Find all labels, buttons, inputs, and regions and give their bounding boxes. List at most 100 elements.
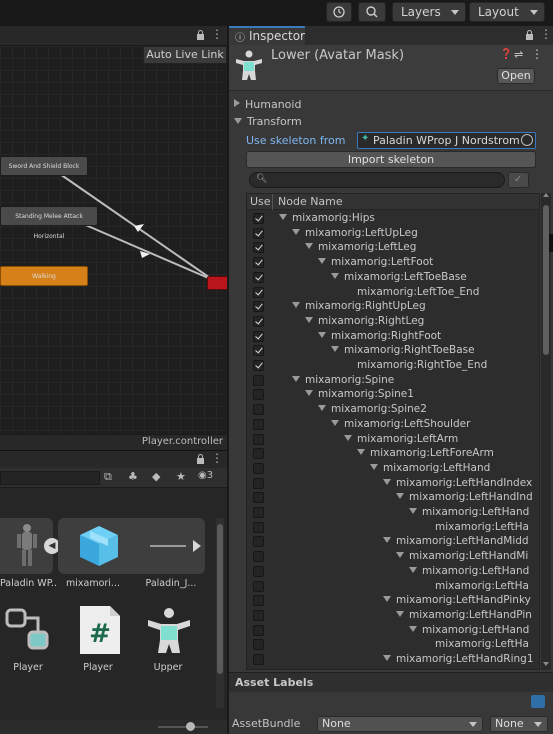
search-button[interactable] — [358, 2, 386, 22]
animator-controller-icon[interactable] — [5, 608, 51, 652]
tab-inspector[interactable]: ⓘ Inspector — [229, 26, 305, 45]
chevron-down-icon[interactable] — [331, 272, 339, 279]
hidden-packages-button[interactable]: ◉3 — [198, 470, 213, 481]
chevron-down-icon[interactable] — [305, 243, 313, 250]
chevron-down-icon[interactable] — [279, 214, 287, 220]
tree-row[interactable]: mixamorig:LeftLeg — [247, 240, 539, 255]
use-checkbox[interactable] — [253, 595, 264, 607]
layout-dropdown[interactable]: Layout — [469, 2, 545, 22]
use-checkbox[interactable] — [253, 565, 264, 577]
tree-row[interactable]: mixamorig:LeftHandMidd — [247, 534, 539, 549]
chevron-down-icon[interactable] — [383, 596, 391, 603]
project-search-input[interactable] — [0, 471, 100, 485]
use-checkbox[interactable] — [253, 477, 264, 489]
tree-row[interactable]: mixamorig:LeftHand — [247, 623, 539, 638]
use-checkbox[interactable] — [253, 654, 264, 665]
tree-row[interactable]: mixamorig:LeftUpLeg — [247, 226, 539, 241]
transform-foldout[interactable]: Transform — [234, 115, 302, 128]
tree-row[interactable]: mixamorig:LeftHandMi — [247, 549, 539, 564]
lock-icon[interactable] — [525, 30, 534, 43]
chevron-down-icon[interactable] — [396, 552, 404, 559]
use-checkbox[interactable] — [253, 609, 264, 621]
chevron-down-icon[interactable] — [318, 331, 326, 338]
chevron-down-icon[interactable] — [292, 228, 300, 235]
state-node[interactable]: Sword And Shield Block — [0, 156, 88, 176]
use-checkbox[interactable] — [253, 404, 264, 416]
tree-row[interactable]: mixamorig:LeftShoulder — [247, 417, 539, 432]
tree-row[interactable]: mixamorig:RightLeg — [247, 314, 539, 329]
state-node[interactable]: Standing Melee Attack Horizontal — [0, 206, 98, 240]
search-confirm-button[interactable]: ✓ — [508, 172, 529, 188]
use-checkbox[interactable] — [253, 374, 264, 386]
tree-row[interactable]: mixamorig:LeftArm — [247, 432, 539, 447]
use-checkbox[interactable] — [253, 492, 264, 504]
chevron-down-icon[interactable] — [305, 316, 313, 323]
chevron-down-icon[interactable] — [383, 537, 391, 544]
lock-icon[interactable] — [196, 454, 205, 467]
tree-row[interactable]: mixamorig:LeftHandPinky — [247, 593, 539, 608]
use-checkbox[interactable] — [253, 639, 264, 651]
use-checkbox[interactable] — [253, 360, 264, 371]
open-button[interactable]: Open — [497, 68, 535, 84]
use-checkbox[interactable] — [253, 345, 264, 357]
asset-tile[interactable]: ◀ — [0, 518, 60, 574]
collapse-arrow-icon[interactable] — [193, 540, 201, 552]
chevron-down-icon[interactable] — [292, 375, 300, 382]
chevron-down-icon[interactable] — [396, 610, 404, 617]
tree-row[interactable]: mixamorig:Spine1 — [247, 387, 539, 402]
tree-row[interactable]: mixamorig:LeftToe_End — [247, 285, 539, 300]
chevron-down-icon[interactable] — [305, 390, 313, 397]
tree-row[interactable]: mixamorig:LeftHa — [247, 637, 539, 652]
use-checkbox[interactable] — [253, 301, 264, 313]
history-button[interactable] — [326, 2, 352, 22]
use-checkbox[interactable] — [253, 213, 264, 224]
project-scrollbar[interactable] — [216, 518, 224, 708]
search-by-label-icon[interactable]: ♣ — [128, 470, 138, 483]
chevron-down-icon[interactable] — [357, 449, 365, 456]
asset-tile-group[interactable] — [58, 518, 205, 574]
tree-row[interactable]: mixamorig:RightFoot — [247, 329, 539, 344]
chevron-down-icon[interactable] — [396, 493, 404, 500]
use-checkbox[interactable] — [253, 242, 264, 254]
use-checkbox[interactable] — [253, 551, 264, 563]
exit-state-node[interactable] — [207, 276, 229, 290]
tree-row[interactable]: mixamorig:RightUpLeg — [247, 299, 539, 314]
zoom-slider[interactable] — [158, 726, 208, 728]
tree-row[interactable]: mixamorig:Hips — [247, 211, 539, 226]
tree-row[interactable]: mixamorig:LeftHandPin — [247, 608, 539, 623]
avatar-mask-icon[interactable] — [146, 606, 192, 654]
tree-row[interactable]: mixamorig:LeftHandInd — [247, 490, 539, 505]
node-search-input[interactable]: 🔍︎ — [249, 172, 505, 188]
label-tag-icon[interactable] — [531, 695, 545, 708]
more-options-icon[interactable]: ⋮ — [211, 28, 223, 40]
scrollbar-thumb[interactable] — [217, 524, 223, 674]
tree-row[interactable]: mixamorig:LeftHa — [247, 579, 539, 594]
tree-row[interactable]: mixamorig:LeftForeArm — [247, 446, 539, 461]
use-checkbox[interactable] — [253, 624, 264, 636]
use-checkbox[interactable] — [253, 462, 264, 474]
tree-row[interactable]: mixamorig:Spine2 — [247, 402, 539, 417]
scroll-down-icon[interactable] — [543, 662, 549, 666]
scrollbar-thumb[interactable] — [543, 205, 549, 355]
use-checkbox[interactable] — [253, 507, 264, 518]
import-skeleton-button[interactable]: Import skeleton — [246, 151, 536, 168]
favorite-star-icon[interactable]: ★ — [176, 470, 186, 483]
use-checkbox[interactable] — [253, 286, 264, 298]
tag-icon[interactable]: ◆ — [152, 470, 160, 483]
tree-row[interactable]: mixamorig:LeftHandRing1 — [247, 652, 539, 667]
use-checkbox[interactable] — [253, 257, 264, 269]
use-checkbox[interactable] — [253, 433, 264, 445]
help-icon[interactable]: ❓ — [500, 49, 512, 60]
tree-row[interactable]: mixamorig:LeftHandIndex — [247, 476, 539, 491]
csharp-script-icon[interactable]: # — [78, 604, 122, 656]
tree-row[interactable]: mixamorig:RightToeBase — [247, 343, 539, 358]
chevron-down-icon[interactable] — [344, 434, 352, 441]
more-options-icon[interactable]: ⋮ — [531, 47, 543, 61]
more-options-icon[interactable]: ⋮ — [211, 452, 223, 464]
asset-bundle-variant-dropdown[interactable]: None — [490, 716, 548, 732]
use-checkbox[interactable] — [253, 227, 264, 239]
use-checkbox[interactable] — [253, 580, 264, 592]
use-checkbox[interactable] — [253, 521, 264, 533]
chevron-down-icon[interactable] — [409, 566, 417, 573]
scroll-up-icon[interactable] — [543, 193, 549, 197]
